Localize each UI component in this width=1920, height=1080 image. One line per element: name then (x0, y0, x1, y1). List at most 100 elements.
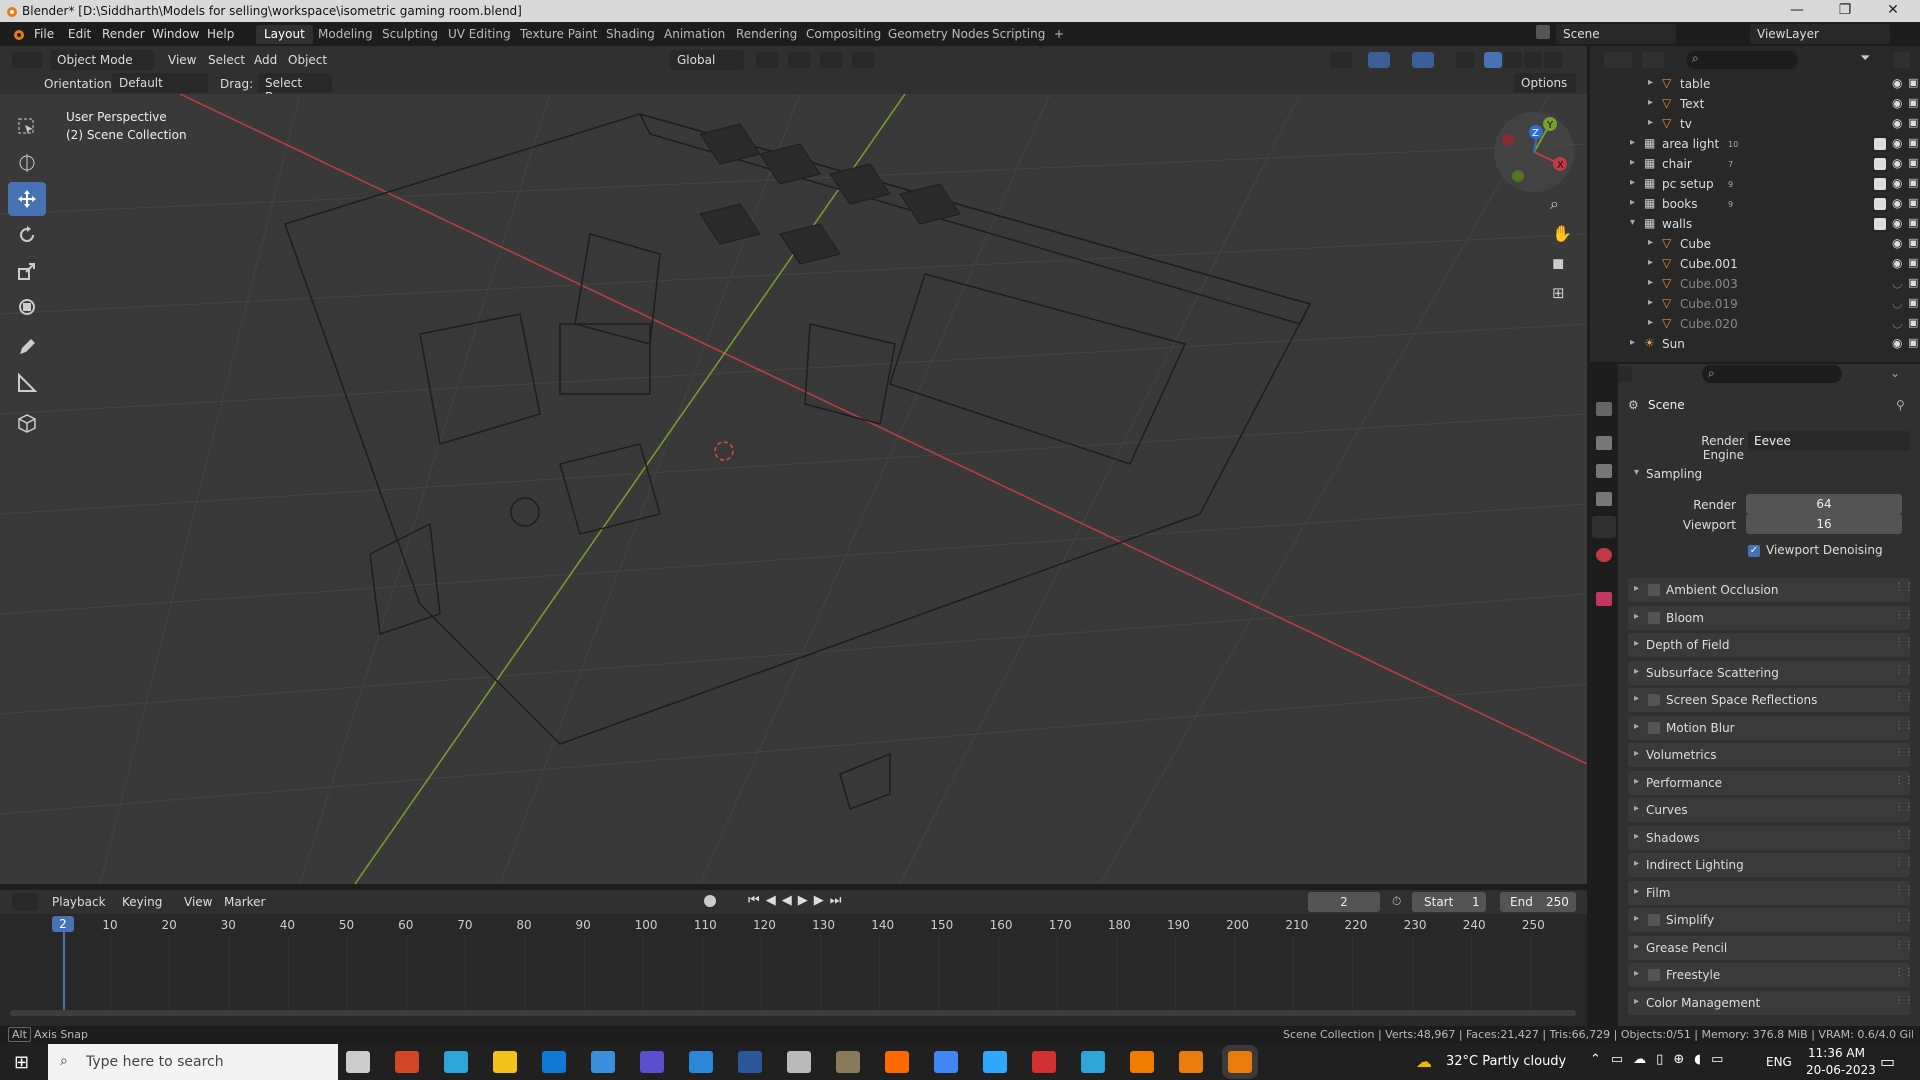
menu-edit[interactable]: Edit (68, 27, 91, 41)
render-engine-dropdown[interactable]: Eevee (1748, 431, 1910, 451)
eye-icon[interactable]: ◉ (1892, 256, 1902, 270)
microsoft-store-icon[interactable] (591, 1051, 615, 1073)
snap-icon[interactable] (788, 52, 810, 68)
eye-icon[interactable]: ◉ (1892, 216, 1902, 230)
panel-enable-checkbox[interactable] (1648, 694, 1660, 706)
tab-animation[interactable]: Animation (656, 25, 733, 44)
pivot-icon[interactable] (756, 52, 778, 68)
sampling-panel-header[interactable]: ▾ Sampling (1628, 462, 1910, 486)
timeline-editor-icon[interactable] (12, 893, 38, 911)
ortho-grid-icon[interactable]: ⊞ (1552, 284, 1565, 302)
view-layer-tab-icon[interactable] (1596, 492, 1612, 506)
tab-uv-editing[interactable]: UV Editing (440, 25, 519, 44)
eye-icon[interactable]: ◉ (1892, 156, 1902, 170)
output-tab-icon[interactable] (1596, 464, 1612, 478)
expand-toggle-icon[interactable]: ▸ (1630, 177, 1635, 188)
tab-layout[interactable]: Layout (256, 25, 313, 44)
drag-handle-icon[interactable]: ⋮⋮ (1894, 582, 1914, 593)
menu-render[interactable]: Render (102, 27, 145, 41)
close-button[interactable]: ✕ (1870, 2, 1916, 18)
camera-render-icon[interactable]: ▣ (1908, 196, 1918, 209)
annotate-tool[interactable] (8, 330, 46, 364)
expand-toggle-icon[interactable]: ▸ (1648, 77, 1653, 88)
file-explorer-icon[interactable] (493, 1051, 517, 1073)
tab-scripting[interactable]: Scripting (984, 25, 1053, 44)
outliner-row[interactable]: ▸ ▽ tv ◉ ▣ (1590, 114, 1920, 134)
rendered-shading-icon[interactable] (1544, 52, 1562, 68)
drag-handle-icon[interactable]: ⋮⋮ (1894, 830, 1914, 841)
language-indicator[interactable]: ENG (1766, 1055, 1792, 1069)
render-tab-icon[interactable] (1596, 436, 1612, 450)
drag-handle-icon[interactable]: ⋮⋮ (1894, 665, 1914, 676)
pan-hand-icon[interactable]: ✋ (1552, 224, 1572, 243)
tab-geometry-nodes[interactable]: Geometry Nodes (880, 25, 997, 44)
minimize-button[interactable]: — (1774, 2, 1820, 18)
render-panel-header[interactable]: ▸ Film ⋮⋮ (1628, 880, 1914, 905)
eye-icon[interactable]: ◉ (1892, 116, 1902, 130)
scale-tool[interactable] (8, 254, 46, 288)
outliner-row[interactable]: ▸ ▽ table ◉ ▣ (1590, 74, 1920, 94)
menu-select[interactable]: Select (208, 53, 245, 67)
overlay-toggle-icon[interactable] (1412, 52, 1434, 68)
render-panel-header[interactable]: ▸ Shadows ⋮⋮ (1628, 825, 1914, 850)
outliner-row[interactable]: ▸ ▦ area light 10 ◉ ▣ (1590, 134, 1920, 154)
clock-date[interactable]: 20-06-2023 (1806, 1063, 1876, 1077)
wireframe-shading-icon[interactable] (1484, 52, 1502, 68)
drag-handle-icon[interactable]: ⋮⋮ (1894, 775, 1914, 786)
expand-toggle-icon[interactable]: ▸ (1630, 337, 1635, 348)
render-panel-header[interactable]: ▸ Grease Pencil ⋮⋮ (1628, 935, 1914, 960)
menu-help[interactable]: Help (207, 27, 234, 41)
transform-orientation-dropdown[interactable]: Global (670, 50, 744, 70)
exclude-checkbox[interactable] (1874, 178, 1886, 190)
vectary-2-icon[interactable] (1081, 1051, 1105, 1073)
tab-rendering[interactable]: Rendering (728, 25, 805, 44)
render-panel-header[interactable]: ▸ Motion Blur ⋮⋮ (1628, 715, 1914, 740)
render-panel-header[interactable]: ▸ Indirect Lighting ⋮⋮ (1628, 853, 1914, 877)
render-panel-header[interactable]: ▸ Simplify ⋮⋮ (1628, 908, 1914, 932)
chrome-icon[interactable] (934, 1051, 958, 1073)
editor-type-icon[interactable] (12, 52, 42, 68)
menu-view[interactable]: View (168, 53, 196, 67)
outliner-row[interactable]: ▸ ▽ Cube.001 ◉ ▣ (1590, 254, 1920, 274)
solid-shading-icon[interactable] (1504, 52, 1522, 68)
tab-modeling[interactable]: Modeling (310, 25, 381, 44)
outliner-row[interactable]: ▸ ▽ Cube ◉ ▣ (1590, 234, 1920, 254)
camera-render-icon[interactable]: ▣ (1908, 116, 1918, 129)
maximize-button[interactable]: ❐ (1822, 2, 1868, 18)
expand-toggle-icon[interactable]: ▸ (1630, 157, 1635, 168)
system-tray-icons[interactable]: ⌃▭☁▯⊕◖▭ (1590, 1052, 1733, 1067)
drag-handle-icon[interactable]: ⋮⋮ (1894, 857, 1914, 868)
camera-render-icon[interactable]: ▣ (1908, 76, 1918, 89)
camera-render-icon[interactable]: ▣ (1908, 296, 1918, 309)
camera-render-icon[interactable]: ▣ (1908, 136, 1918, 149)
display-mode-icon[interactable] (1642, 52, 1664, 68)
outliner-row[interactable]: ▸ ▽ Cube.019 ◡ ▣ (1590, 294, 1920, 314)
panel-enable-checkbox[interactable] (1648, 969, 1660, 981)
outliner-editor-icon[interactable] (1604, 52, 1632, 68)
camera-render-icon[interactable]: ▣ (1908, 176, 1918, 189)
playback-controls[interactable]: ⏮◀◀▶▶⏭ (748, 893, 847, 908)
camera-render-icon[interactable]: ▣ (1908, 276, 1918, 289)
app-gray-icon[interactable] (787, 1051, 811, 1073)
rotate-tool[interactable] (8, 218, 46, 252)
mode-selector[interactable]: Object Mode (50, 50, 154, 70)
proportional-edit-icon[interactable] (852, 52, 874, 68)
tab-texture-paint[interactable]: Texture Paint (512, 25, 605, 44)
orientation-dropdown[interactable]: Default (112, 73, 208, 93)
expand-toggle-icon[interactable]: ▸ (1648, 297, 1653, 308)
eye-closed-icon[interactable]: ◡ (1892, 296, 1902, 310)
drag-handle-icon[interactable]: ⋮⋮ (1894, 912, 1914, 923)
expand-toggle-icon[interactable]: ▸ (1648, 317, 1653, 328)
cursor-tool[interactable] (8, 146, 46, 180)
windows-start-icon[interactable]: ⊞ (14, 1052, 29, 1073)
word-icon[interactable] (738, 1051, 762, 1073)
options-dropdown[interactable]: Options (1514, 73, 1576, 93)
menu-object[interactable]: Object (288, 53, 327, 67)
render-panel-header[interactable]: ▸ Freestyle ⋮⋮ (1628, 963, 1914, 987)
panel-enable-checkbox[interactable] (1648, 611, 1660, 624)
outliner-row[interactable]: ▸ ▦ chair 7 ◉ ▣ (1590, 154, 1920, 174)
scene-tab-icon[interactable] (1592, 516, 1616, 538)
outliner-search-input[interactable] (1686, 51, 1798, 69)
clock-time[interactable]: 11:36 AM (1808, 1046, 1865, 1060)
expand-toggle-icon[interactable]: ▸ (1630, 197, 1635, 208)
